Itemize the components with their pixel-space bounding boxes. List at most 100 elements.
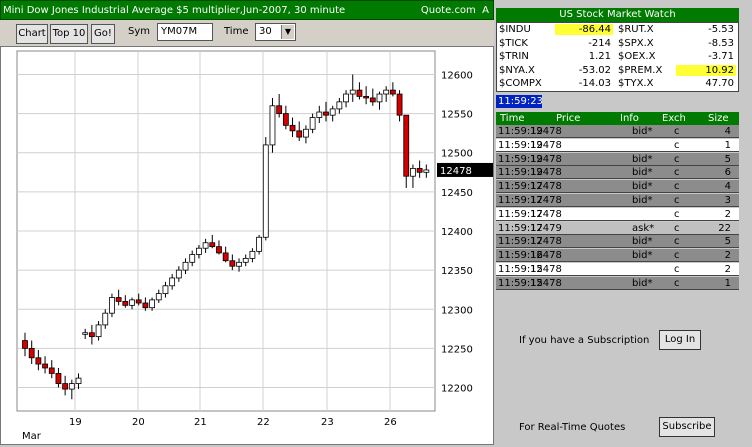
trade-row[interactable]: 11:59:17 12478 bid* c 5	[496, 235, 739, 249]
trade-cell: c	[674, 195, 680, 206]
trade-cell: c	[674, 277, 680, 289]
trade-cell: c	[674, 126, 680, 137]
candle-body	[256, 236, 262, 252]
candle-body	[323, 111, 329, 116]
subscription-text: If you have a Subscription	[519, 335, 650, 346]
y-tick-label: 12450	[441, 188, 473, 199]
candlestick-chart[interactable]: 12600 12550 12500 12450 12400 12350 12300 12250…	[1, 47, 493, 444]
x-month-label: Mar	[22, 431, 42, 442]
trade-cell: bid*	[632, 153, 653, 165]
candle-body	[376, 93, 383, 103]
candle-body	[396, 93, 403, 116]
candle-body	[316, 111, 323, 118]
candle-body	[22, 340, 28, 349]
trades-list[interactable]: 11:59:19 12478 bid* c 4 11:59:19 12478 c 1 11:59:…	[496, 125, 739, 292]
trade-row[interactable]: 11:59:19 12478 bid* c 5	[496, 152, 739, 166]
chart-button[interactable]: Chart	[16, 24, 48, 44]
candle-body	[403, 114, 410, 177]
candle-body	[416, 167, 423, 173]
candle-body	[389, 89, 396, 95]
trade-cell: 12478	[530, 181, 562, 193]
watch-symbol: $PREM.X	[618, 64, 663, 76]
dropdown-arrow-icon[interactable]: ▼	[281, 25, 294, 39]
watch-value: -14.03	[578, 78, 611, 89]
title-source: Quote.com A	[421, 1, 489, 21]
trade-row[interactable]: 11:59:15 12478 c 2	[496, 263, 739, 276]
trade-row[interactable]: 11:59:19 12478 c 1	[496, 138, 739, 152]
trade-cell: c	[674, 181, 680, 193]
trade-cell: bid*	[632, 167, 653, 179]
y-tick-label: 12500	[441, 149, 473, 160]
trade-cell: bid*	[632, 236, 653, 248]
trade-cell: 12479	[530, 222, 562, 234]
candle-body	[276, 105, 283, 115]
top10-button[interactable]: Top 10	[50, 24, 88, 44]
watch-symbol: $INDU	[499, 24, 531, 35]
subscribe-button[interactable]: Subscribe	[659, 417, 715, 437]
trade-cell: c	[674, 153, 680, 165]
chart-toolbar: Chart Top 10 Go! Sym YM07M Time 30 ▼	[0, 20, 494, 46]
candle-body	[169, 277, 176, 287]
time-select-value: 30	[259, 26, 272, 37]
trade-row[interactable]: 11:59:17 12478 c 2	[496, 207, 739, 221]
trade-cell: 12478	[530, 277, 562, 289]
login-button[interactable]: Log In	[659, 330, 701, 350]
trade-cell: 1	[724, 277, 731, 289]
candle-body	[216, 246, 222, 254]
candle-body	[135, 299, 142, 304]
y-tick-label: 12200	[441, 384, 473, 395]
watch-value: -53.02	[578, 64, 611, 76]
watch-symbol: $TYX.X	[618, 78, 654, 89]
candle-body	[122, 301, 129, 306]
candle-body	[42, 363, 48, 369]
watch-symbol: $NYA.X	[499, 64, 535, 76]
candle-body	[269, 105, 276, 146]
watch-symbol: $OEX.X	[618, 51, 656, 62]
symbol-input[interactable]: YM07M	[157, 23, 213, 41]
watch-symbol: $TICK	[499, 37, 528, 49]
candle-body	[329, 108, 336, 116]
watch-value: 10.92	[676, 64, 736, 76]
candle-body	[102, 312, 109, 326]
candle-body	[222, 252, 229, 262]
watch-value: -3.71	[708, 51, 734, 62]
trade-cell: 2	[724, 208, 731, 220]
trades-column-header: Exch	[662, 113, 686, 124]
close-glyph-icon[interactable]: A	[482, 5, 489, 16]
time-select[interactable]: 30 ▼	[255, 23, 296, 41]
trades-column-header: Info	[620, 113, 639, 124]
trade-cell: 12478	[530, 195, 562, 206]
trade-cell: c	[674, 222, 680, 234]
y-tick-label: 12600	[441, 70, 473, 81]
trade-row[interactable]: 11:59:17 12478 bid* c 3	[496, 194, 739, 207]
candle-body	[289, 124, 296, 132]
trade-row[interactable]: 11:59:17 12479 ask* c 22	[496, 221, 739, 235]
x-tick-label: 20	[132, 417, 145, 428]
candle-body	[242, 257, 249, 263]
watch-value: -5.53	[708, 24, 734, 35]
trade-cell: 5	[724, 153, 731, 165]
x-tick-label: 23	[321, 417, 334, 428]
trade-row[interactable]: 11:59:15 12478 bid* c 1	[496, 276, 739, 290]
candle-body	[68, 383, 75, 390]
trades-column-header: Size	[708, 113, 729, 124]
trade-row[interactable]: 11:59:19 12478 bid* c 6	[496, 166, 739, 180]
candle-body	[189, 254, 196, 263]
watch-symbol: $TRIN	[499, 51, 529, 62]
candle-body	[303, 128, 309, 138]
trade-row[interactable]: 11:59:19 12478 bid* c 4	[496, 125, 739, 138]
price-chart[interactable]: 12600 12550 12500 12450 12400 12350 12300 12250…	[0, 46, 494, 445]
candle-body	[35, 357, 42, 365]
subscription-panel: If you have a Subscription Log In For Re…	[496, 298, 752, 445]
go-button[interactable]: Go!	[91, 24, 115, 44]
watch-symbol: $RUT.X	[618, 24, 654, 35]
candle-body	[75, 377, 82, 385]
candle-body	[349, 89, 356, 95]
trade-cell: 4	[724, 126, 731, 137]
trade-row[interactable]: 11:59:16 12478 bid* c 2	[496, 249, 739, 263]
trade-row[interactable]: 11:59:17 12478 bid* c 4	[496, 180, 739, 194]
market-watch-title: US Stock Market Watch	[496, 8, 739, 22]
candle-body	[95, 324, 102, 338]
trade-cell: c	[674, 167, 680, 179]
y-tick-label: 12250	[441, 344, 473, 355]
